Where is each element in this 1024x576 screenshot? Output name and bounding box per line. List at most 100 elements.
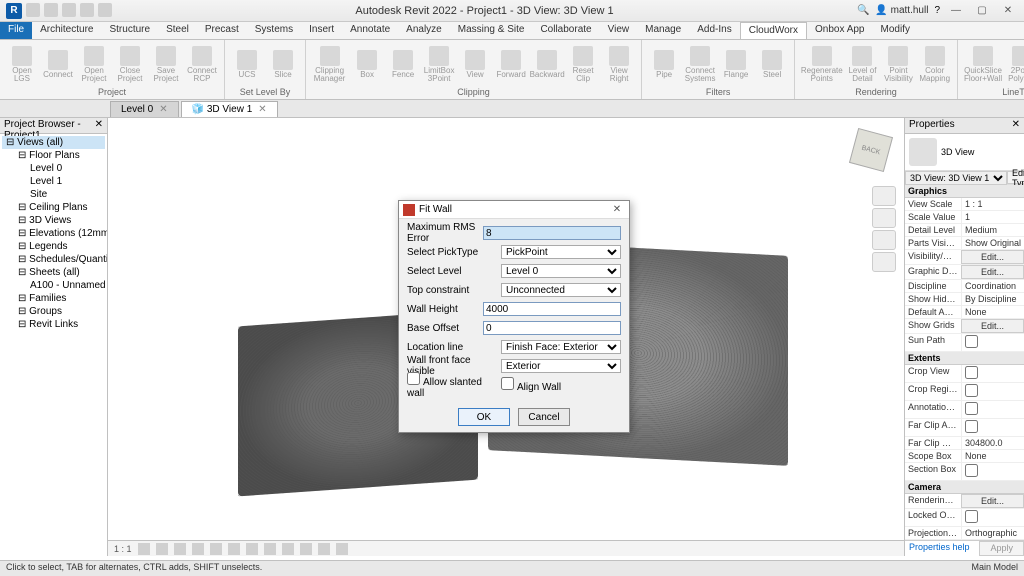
doc-tab-close-icon[interactable]: ✕: [258, 104, 266, 115]
ribbon-button-view-right[interactable]: View Right: [603, 46, 635, 83]
prop-row[interactable]: Section Box: [905, 463, 1024, 481]
project-browser-tree[interactable]: ⊟ Views (all)⊟ Floor PlansLevel 0Level 1…: [0, 134, 107, 333]
ribbon-button-clipping-manager[interactable]: Clipping Manager: [312, 46, 347, 83]
ribbon-tab-manage[interactable]: Manage: [637, 22, 689, 39]
ribbon-button--point-polyline[interactable]: 2Point Polyline: [1006, 46, 1024, 83]
doc-tab-3d-view-1[interactable]: 🧊 3D View 1✕: [181, 101, 278, 117]
prop-checkbox[interactable]: [965, 420, 978, 433]
ribbon-button-forward[interactable]: Forward: [495, 50, 527, 79]
prop-row[interactable]: Sun Path: [905, 334, 1024, 352]
vcb-analytical-icon[interactable]: [318, 543, 330, 555]
prop-row[interactable]: Rendering Setti...Edit...: [905, 494, 1024, 509]
vcb-detail-icon[interactable]: [138, 543, 150, 555]
input-wall-height[interactable]: [483, 302, 621, 316]
prop-row[interactable]: Crop View: [905, 365, 1024, 383]
orbit-icon[interactable]: [872, 252, 896, 272]
prop-category[interactable]: Extents: [905, 352, 1024, 365]
ribbon-tab-architecture[interactable]: Architecture: [32, 22, 101, 39]
prop-checkbox[interactable]: [965, 366, 978, 379]
ribbon-button-ucs[interactable]: UCS: [231, 50, 263, 79]
vcb-shadows-icon[interactable]: [192, 543, 204, 555]
qat-open-icon[interactable]: [26, 3, 40, 17]
panel-close-icon[interactable]: ✕: [1012, 119, 1020, 132]
ribbon-tab-precast[interactable]: Precast: [197, 22, 247, 39]
vcb-scale[interactable]: 1 : 1: [114, 544, 132, 554]
prop-row[interactable]: Locked Orientat...: [905, 509, 1024, 527]
ribbon-button-view[interactable]: View: [459, 50, 491, 79]
status-worksets[interactable]: Main Model: [971, 562, 1018, 575]
ribbon-button-connect-rcp[interactable]: Connect RCP: [186, 46, 218, 83]
prop-row[interactable]: Visibility/Graphi...Edit...: [905, 250, 1024, 265]
ribbon-button-open-lgs[interactable]: Open LGS: [6, 46, 38, 83]
ribbon-button-flange[interactable]: Flange: [720, 50, 752, 79]
select-level[interactable]: Level 0: [501, 264, 621, 278]
ribbon-button-box[interactable]: Box: [351, 50, 383, 79]
prop-row[interactable]: Scale Value1: [905, 211, 1024, 224]
prop-checkbox[interactable]: [965, 384, 978, 397]
revit-logo[interactable]: R: [6, 3, 22, 19]
ribbon-button-close-project[interactable]: Close Project: [114, 46, 146, 83]
ribbon-button-color-mapping[interactable]: Color Mapping: [918, 46, 950, 83]
navigation-bar[interactable]: [872, 186, 896, 274]
ribbon-button-connect-systems[interactable]: Connect Systems: [684, 46, 716, 83]
tree-item[interactable]: Level 1: [2, 175, 105, 188]
properties-grid[interactable]: GraphicsView Scale1 : 1Scale Value1Detai…: [905, 185, 1024, 540]
tree-item[interactable]: ⊟ Families: [2, 292, 105, 305]
ribbon-button-open-project[interactable]: Open Project: [78, 46, 110, 83]
vcb-crop-icon[interactable]: [228, 543, 240, 555]
prop-row[interactable]: Parts VisibilityShow Original: [905, 237, 1024, 250]
input-base-offset[interactable]: [483, 321, 621, 335]
prop-category[interactable]: Graphics: [905, 185, 1024, 198]
ribbon-tab-massing-site[interactable]: Massing & Site: [450, 22, 533, 39]
tree-item[interactable]: ⊟ Schedules/Quantities (all): [2, 253, 105, 266]
type-selector-icon[interactable]: [909, 138, 937, 166]
ribbon-tab-add-ins[interactable]: Add-Ins: [689, 22, 739, 39]
prop-row[interactable]: Default Analysis...None: [905, 306, 1024, 319]
vcb-lock-icon[interactable]: [264, 543, 276, 555]
ribbon-button-limitbox-point[interactable]: LimitBox 3Point: [423, 46, 455, 83]
tree-item[interactable]: ⊟ 3D Views: [2, 214, 105, 227]
ribbon-button-fence[interactable]: Fence: [387, 50, 419, 79]
vcb-style-icon[interactable]: [156, 543, 168, 555]
prop-row[interactable]: Graphic Display...Edit...: [905, 265, 1024, 280]
checkbox-align-wall[interactable]: [501, 377, 514, 390]
select-pick-type[interactable]: PickPoint: [501, 245, 621, 259]
ribbon-tab-onbox-app[interactable]: Onbox App: [807, 22, 872, 39]
prop-row[interactable]: Far Clip Active: [905, 419, 1024, 437]
vcb-temphide-icon[interactable]: [282, 543, 294, 555]
prop-category[interactable]: Camera: [905, 481, 1024, 494]
doc-tab-close-icon[interactable]: ✕: [159, 104, 167, 115]
vcb-cropregion-icon[interactable]: [246, 543, 258, 555]
prop-row[interactable]: Crop Region Vis...: [905, 383, 1024, 401]
qat-undo-icon[interactable]: [62, 3, 76, 17]
ok-button[interactable]: OK: [458, 408, 510, 426]
prop-row[interactable]: DisciplineCoordination: [905, 280, 1024, 293]
instance-selector[interactable]: 3D View: 3D View 1: [905, 171, 1007, 185]
ribbon-tab-file[interactable]: File: [0, 22, 32, 39]
prop-checkbox[interactable]: [965, 464, 978, 477]
prop-row[interactable]: Annotation Crop: [905, 401, 1024, 419]
doc-tab-level-0[interactable]: Level 0✕: [110, 101, 179, 117]
select-location-line[interactable]: Finish Face: Exterior: [501, 340, 621, 354]
user-name[interactable]: 👤 matt.hull: [875, 5, 928, 16]
qat-save-icon[interactable]: [44, 3, 58, 17]
prop-row[interactable]: Scope BoxNone: [905, 450, 1024, 463]
viewcube[interactable]: BACK: [846, 126, 896, 176]
prop-row[interactable]: View Scale1 : 1: [905, 198, 1024, 211]
tree-item[interactable]: ⊟ Legends: [2, 240, 105, 253]
tree-item[interactable]: ⊟ Revit Links: [2, 318, 105, 331]
select-top-constraint[interactable]: Unconnected: [501, 283, 621, 297]
tree-item[interactable]: A100 - Unnamed: [2, 279, 105, 292]
vcb-reveal-icon[interactable]: [300, 543, 312, 555]
ribbon-button-regenerate-points[interactable]: Regenerate Points: [801, 46, 842, 83]
ribbon-tab-collaborate[interactable]: Collaborate: [532, 22, 599, 39]
prop-row[interactable]: Far Clip Offset304800.0: [905, 437, 1024, 450]
tree-item[interactable]: Level 0: [2, 162, 105, 175]
prop-row[interactable]: Show Hidden Li...By Discipline: [905, 293, 1024, 306]
select-front-face[interactable]: Exterior: [501, 359, 621, 373]
tree-item[interactable]: Site: [2, 188, 105, 201]
ribbon-button-pipe[interactable]: Pipe: [648, 50, 680, 79]
checkbox-allow-slanted[interactable]: [407, 372, 420, 385]
vcb-constraints-icon[interactable]: [336, 543, 348, 555]
prop-row[interactable]: Projection ModeOrthographic: [905, 527, 1024, 540]
